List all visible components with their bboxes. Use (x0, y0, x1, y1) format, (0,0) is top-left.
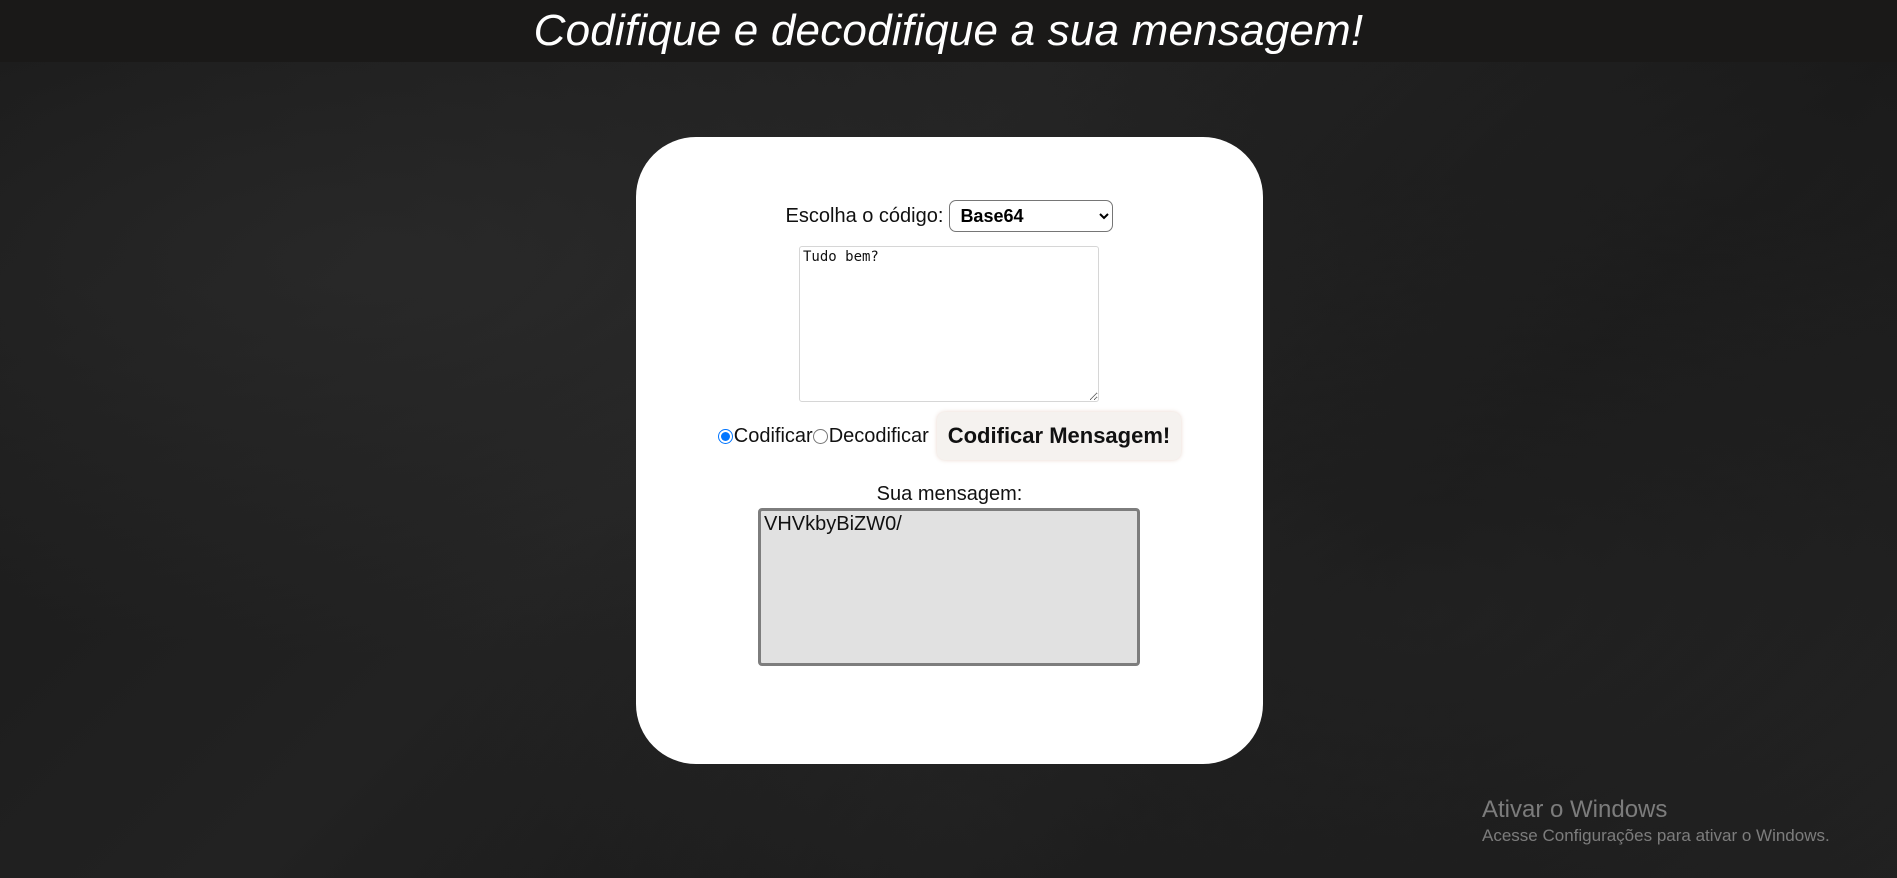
windows-activation-watermark: Ativar o Windows Acesse Configurações pa… (1482, 795, 1830, 847)
radio-decode[interactable] (812, 428, 828, 444)
radio-encode[interactable] (717, 428, 733, 444)
radio-encode-option[interactable]: Codificar (717, 424, 813, 448)
watermark-subtitle: Acesse Configurações para ativar o Windo… (1482, 826, 1830, 845)
page-header: Codifique e decodifique a sua mensagem! (0, 0, 1897, 62)
codec-card: Escolha o código: Base64 Codificar Decod… (636, 137, 1263, 764)
action-row: Codificar Decodificar Codificar Mensagem… (636, 412, 1263, 460)
message-input[interactable] (799, 246, 1099, 402)
code-select-row: Escolha o código: Base64 (636, 200, 1263, 232)
result-output: VHVkbyBiZW0/ (758, 508, 1140, 666)
code-select-label: Escolha o código: (785, 204, 944, 227)
code-select[interactable]: Base64 (949, 200, 1114, 232)
radio-decode-label: Decodificar (828, 424, 929, 447)
radio-encode-label: Codificar (733, 424, 813, 447)
radio-decode-option[interactable]: Decodificar (812, 424, 929, 448)
page-title: Codifique e decodifique a sua mensagem! (533, 6, 1364, 55)
encode-message-button[interactable]: Codificar Mensagem! (936, 412, 1182, 460)
watermark-title: Ativar o Windows (1482, 796, 1668, 823)
result-label: Sua mensagem: (876, 483, 1023, 505)
